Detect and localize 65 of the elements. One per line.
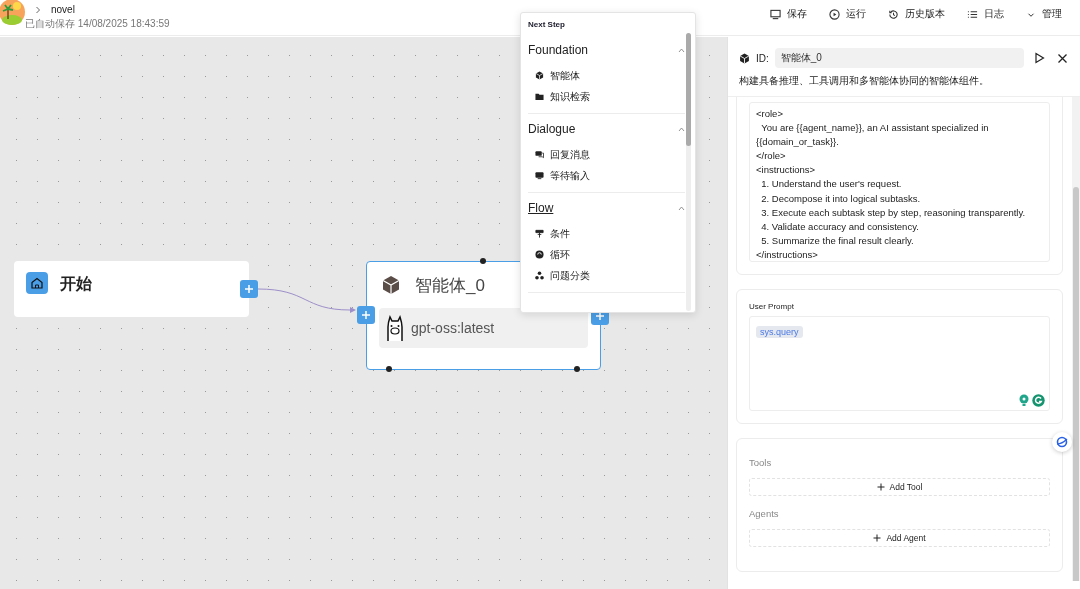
field-label: User Prompt [749, 302, 795, 311]
chevron-up-icon[interactable] [678, 47, 685, 53]
add-node-button[interactable] [240, 280, 258, 298]
cube-icon [739, 52, 750, 64]
scrollbar[interactable] [1072, 97, 1080, 581]
logo-icon [0, 0, 25, 25]
menu-item[interactable]: 智能体 [528, 65, 685, 86]
start-node[interactable]: 开始 [14, 261, 249, 317]
history-icon [888, 9, 899, 20]
id-label: ID: [756, 52, 769, 64]
node-title: 智能体_0 [415, 274, 485, 297]
variable-tag: sys.query [756, 326, 803, 338]
add-tool-button[interactable]: Add Tool [749, 478, 1050, 496]
menu-item[interactable]: 回复消息 [528, 144, 685, 165]
toolbar-button[interactable]: 保存 [770, 8, 807, 21]
model-name: gpt-oss:latest [411, 320, 495, 336]
play-icon [829, 9, 840, 20]
plus-icon [361, 310, 371, 320]
signpost-icon [535, 229, 544, 238]
section-label: Tools [749, 457, 773, 468]
toolbar-button[interactable]: 管理 [1026, 8, 1062, 21]
section-title[interactable]: Flow [528, 201, 554, 215]
list-icon [967, 9, 978, 20]
menu-item[interactable]: 条件 [528, 223, 685, 244]
plus-icon [873, 534, 882, 542]
cube-icon [535, 71, 544, 80]
section-label: Agents [749, 508, 780, 519]
grammar-icon[interactable] [1032, 394, 1045, 407]
chat-icon [535, 150, 544, 159]
bulb-icon[interactable] [1018, 394, 1030, 407]
monitor-icon [770, 9, 781, 20]
home-icon [26, 272, 48, 294]
add-agent-button[interactable]: Add Agent [749, 529, 1050, 547]
keyboard-icon [535, 171, 544, 180]
section-title[interactable]: Dialogue [528, 122, 576, 136]
close-icon[interactable] [1057, 52, 1068, 64]
chevron-right-icon [35, 5, 41, 14]
system-prompt-field[interactable]: <role> You are {{agent_name}}, an AI assistant specialized in {{domain_or_task}}. </role> <instructions> 1. Understand the user's request. 2. Decompose it into logical subtasks. 3. Execute each subtask step by step, reasoning transparently. 4. Validate accuracy and consistency. 5. Summarize the final result clearly. </instructions> [749, 102, 1050, 262]
handle-dot[interactable] [480, 258, 486, 264]
plus-icon [244, 284, 254, 294]
folder-icon [535, 92, 544, 101]
handle-dot[interactable] [386, 366, 392, 372]
loop-icon [535, 250, 544, 259]
play-icon[interactable] [1034, 52, 1045, 64]
handle-dot[interactable] [574, 366, 580, 372]
chevron-up-icon[interactable] [678, 205, 685, 211]
autosave-status: 已自动保存 14/08/2025 18:43:59 [25, 17, 170, 31]
chevron-up-icon[interactable] [678, 126, 685, 132]
menu-item[interactable]: 等待输入 [528, 165, 685, 186]
description-text: 构建具备推理、工具调用和多智能体协同的智能体组件。 [728, 68, 1080, 97]
section-title[interactable]: Foundation [528, 43, 589, 57]
nodes-icon [535, 271, 544, 280]
cube-icon [381, 275, 401, 295]
menu-title: Next Step [527, 19, 566, 31]
toolbar-button[interactable]: 日志 [967, 8, 1004, 21]
toolbar-button[interactable]: 历史版本 [888, 8, 945, 21]
add-node-button[interactable] [357, 306, 375, 324]
scrollbar[interactable] [686, 33, 691, 311]
plus-icon [876, 483, 885, 491]
menu-item[interactable]: 知识检索 [528, 86, 685, 107]
id-field[interactable]: 智能体_0 [774, 48, 1024, 68]
toolbar-button[interactable]: 运行 [829, 8, 866, 21]
user-prompt-field[interactable]: sys.query [749, 316, 1050, 411]
breadcrumb-item[interactable]: novel [51, 4, 75, 15]
node-title: 开始 [60, 274, 92, 294]
